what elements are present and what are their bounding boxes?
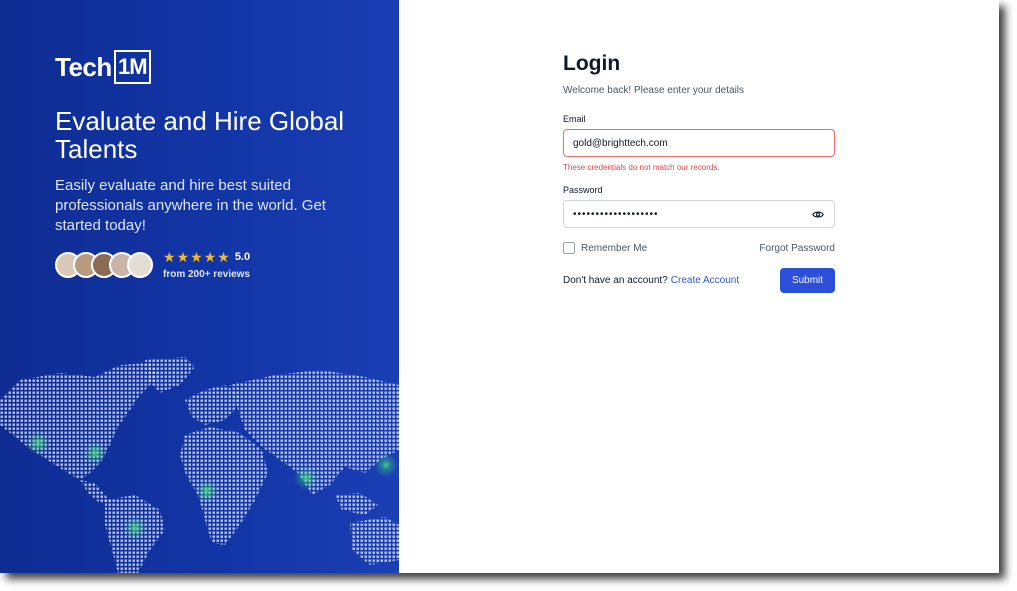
- star-icon: ★: [203, 249, 217, 265]
- email-field[interactable]: gold@brighttech.com: [563, 129, 835, 157]
- page-title: Login: [563, 52, 621, 75]
- password-label: Password: [563, 185, 603, 195]
- star-icon: ★: [176, 249, 190, 265]
- email-error-message: These credentials do not match our recor…: [563, 163, 720, 172]
- brand-badge: 1M: [113, 50, 151, 84]
- forgot-password-link[interactable]: Forgot Password: [759, 243, 835, 254]
- password-field[interactable]: •••••••••••••••••••: [563, 200, 835, 228]
- no-account-prompt: Don't have an account? Create Account: [563, 275, 739, 286]
- remember-me-checkbox[interactable]: [563, 242, 575, 254]
- password-value: •••••••••••••••••••: [573, 208, 659, 220]
- review-count: from 200+ reviews: [163, 269, 250, 280]
- hero-headline: Evaluate and Hire Global Talents: [55, 106, 345, 164]
- reviews-summary: ★ ★ ★ ★ ★ 5.0 from 200+ reviews: [55, 250, 250, 280]
- world-map-graphic: [0, 357, 399, 573]
- star-icon: ★: [163, 249, 176, 265]
- avatar-group: [55, 252, 153, 278]
- options-row: Remember Me Forgot Password: [563, 242, 835, 254]
- rating-value: 5.0: [234, 251, 251, 263]
- eye-icon[interactable]: [811, 207, 825, 221]
- no-account-text: Don't have an account?: [563, 275, 668, 286]
- app-window: Tech 1M Evaluate and Hire Global Talents…: [0, 0, 999, 573]
- submit-button[interactable]: Submit: [780, 268, 835, 293]
- login-panel: Login Welcome back! Please enter your de…: [399, 0, 999, 573]
- remember-me[interactable]: Remember Me: [563, 242, 647, 254]
- email-label: Email: [563, 114, 586, 124]
- email-value: gold@brighttech.com: [573, 137, 668, 149]
- brand-logo: Tech 1M: [55, 50, 151, 84]
- account-row: Don't have an account? Create Account Sub…: [563, 268, 835, 293]
- hero-subtext: Easily evaluate and hire best suited pro…: [55, 177, 326, 234]
- hero-panel: Tech 1M Evaluate and Hire Global Talents…: [0, 0, 399, 573]
- login-form: Login Welcome back! Please enter your de…: [563, 52, 835, 293]
- star-rating: ★ ★ ★ ★ ★ 5.0: [163, 250, 250, 264]
- create-account-link[interactable]: Create Account: [671, 275, 739, 286]
- star-icon: ★: [217, 249, 230, 265]
- rating-block: ★ ★ ★ ★ ★ 5.0 from 200+ reviews: [163, 250, 250, 280]
- brand-name: Tech: [55, 51, 112, 82]
- avatar: [127, 252, 153, 278]
- star-icon: ★: [190, 249, 203, 265]
- welcome-text: Welcome back! Please enter your details: [563, 85, 745, 96]
- remember-me-label: Remember Me: [581, 242, 648, 254]
